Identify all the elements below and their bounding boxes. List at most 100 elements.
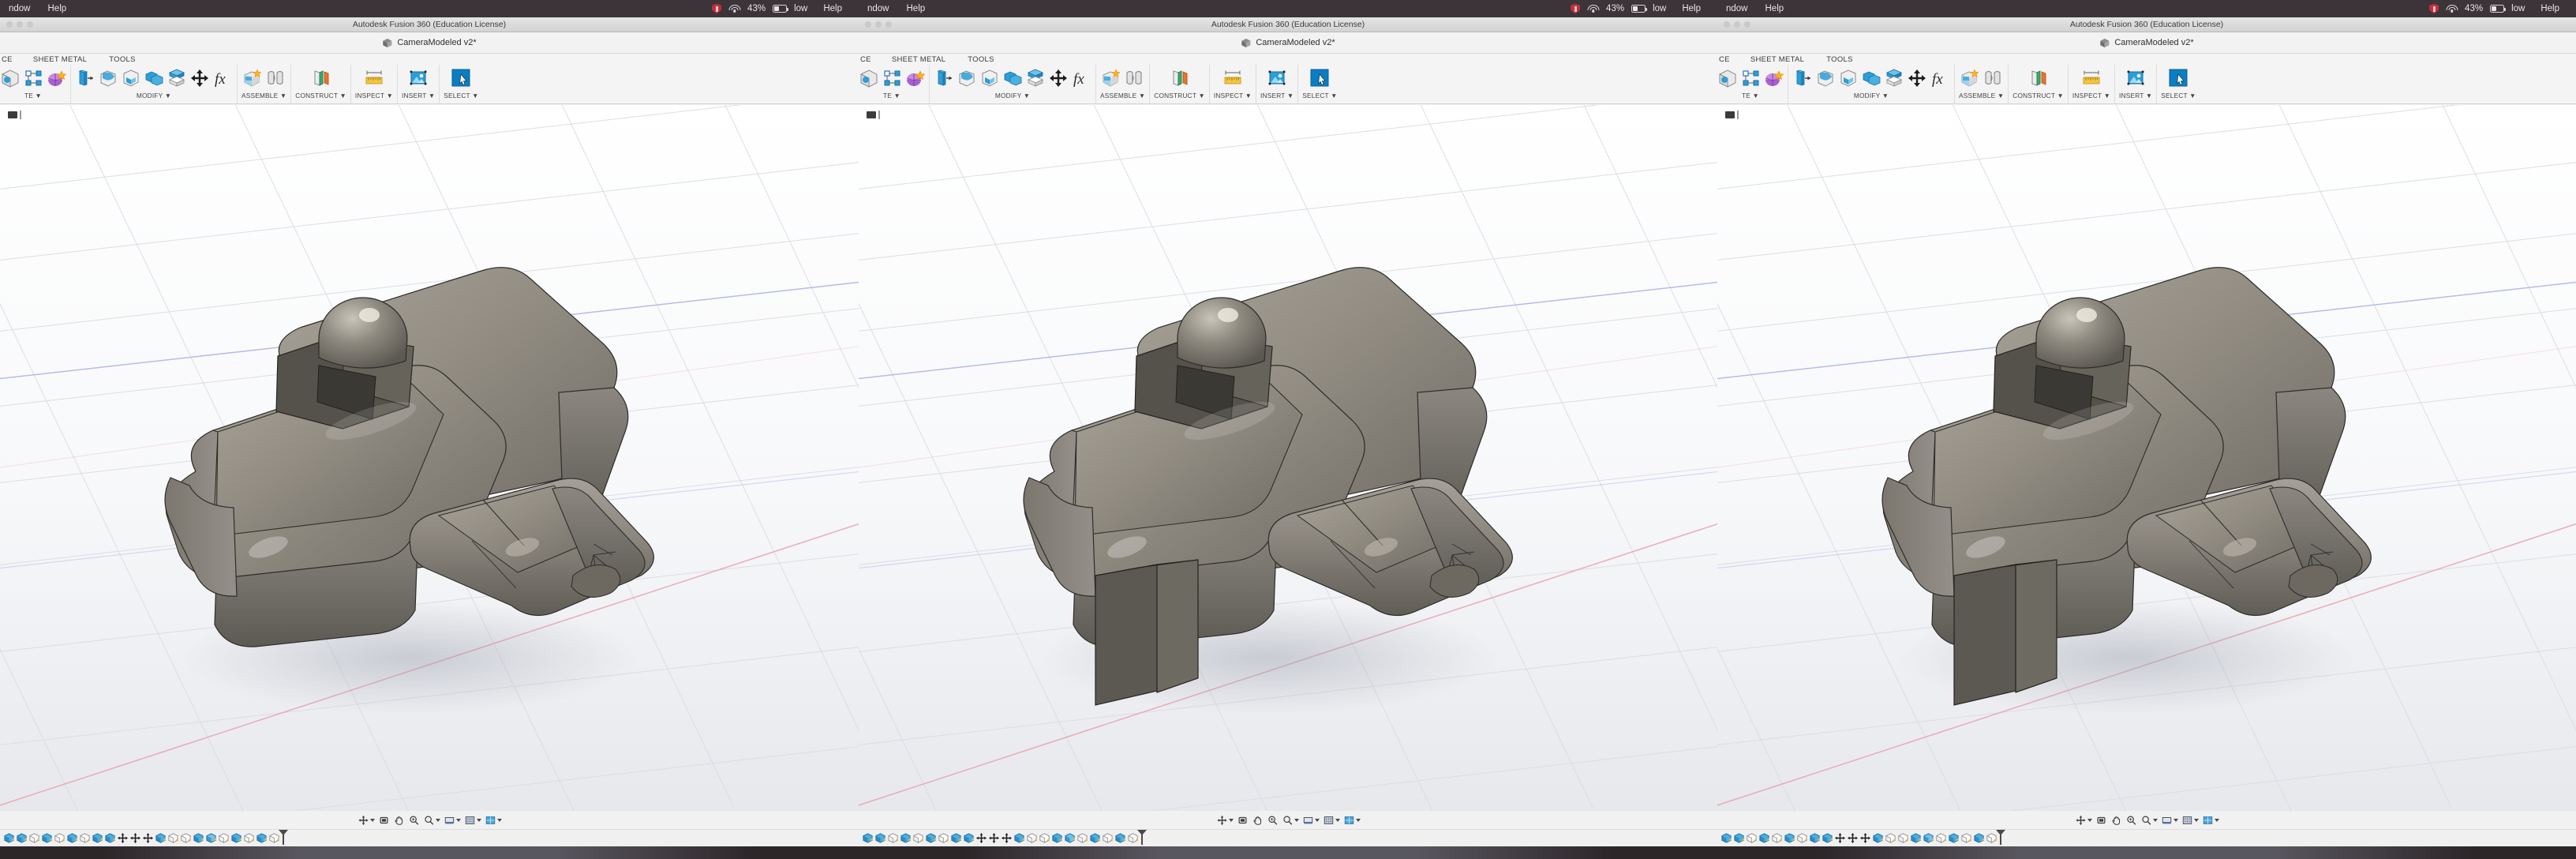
menu-window[interactable]: ndow — [0, 0, 39, 17]
nav-grid-snaps[interactable] — [2181, 815, 2199, 826]
create-form-icon[interactable] — [904, 68, 926, 88]
timeline-feature[interactable] — [16, 832, 28, 844]
timeline-feature[interactable] — [1834, 832, 1846, 844]
inspect-panel-label[interactable]: INSPECT ▼ — [355, 92, 393, 99]
timeline-feature[interactable] — [912, 832, 924, 844]
assemble-new-component-icon[interactable] — [1101, 68, 1121, 88]
nav-zoom-fit-caret[interactable] — [1294, 818, 1299, 822]
timeline-feature[interactable] — [155, 832, 167, 844]
security-shield-icon[interactable] — [712, 3, 722, 14]
select-panel-label[interactable]: SELECT ▼ — [444, 92, 478, 99]
timeline-feature[interactable] — [54, 832, 66, 844]
modify-combine-icon[interactable] — [144, 68, 164, 88]
battery-icon[interactable] — [2490, 5, 2507, 13]
modify-change-parameters-icon[interactable]: fx — [212, 68, 233, 88]
timeline-feature[interactable] — [28, 832, 40, 844]
assemble-new-component-icon[interactable] — [242, 68, 263, 88]
timeline-feature[interactable] — [938, 832, 949, 844]
menu-window[interactable]: ndow — [859, 0, 898, 17]
timeline-feature[interactable] — [950, 832, 962, 844]
timeline-playhead[interactable] — [2000, 831, 2001, 845]
timeline-feature[interactable] — [1051, 832, 1063, 844]
inspect-measure-icon[interactable] — [364, 68, 384, 88]
security-shield-icon[interactable] — [2429, 3, 2439, 14]
create-sketch-icon[interactable] — [1717, 68, 1738, 88]
modify-move-copy-icon[interactable] — [1907, 68, 1927, 88]
timeline-feature[interactable] — [1026, 832, 1038, 844]
insert-canvas-icon[interactable] — [1267, 68, 1287, 88]
timeline-bar[interactable] — [0, 829, 859, 846]
timeline-feature[interactable] — [1986, 832, 1998, 844]
timeline-feature[interactable] — [180, 832, 192, 844]
nav-grid-snaps[interactable] — [464, 815, 481, 826]
menu-help-right[interactable]: Help — [2532, 0, 2568, 17]
create-pattern-icon[interactable] — [23, 68, 43, 88]
timeline-feature[interactable] — [256, 832, 268, 844]
timeline-feature[interactable] — [268, 832, 280, 844]
timeline-feature[interactable] — [1771, 832, 1783, 844]
modify-move-copy-icon[interactable] — [189, 68, 210, 88]
window-controls[interactable] — [865, 21, 892, 28]
document-tab[interactable]: CameraModeled v2* — [382, 38, 477, 48]
window-controls[interactable] — [1724, 21, 1750, 28]
nav-viewports-caret[interactable] — [2214, 818, 2219, 822]
timeline-feature[interactable] — [1746, 832, 1758, 844]
modify-offset-face-icon[interactable] — [167, 68, 187, 88]
menu-help[interactable]: Help — [1757, 0, 1793, 17]
modify-panel-label[interactable]: MODIFY ▼ — [1854, 92, 1889, 99]
timeline-feature[interactable] — [900, 832, 912, 844]
create-panel-label[interactable]: TE ▼ — [24, 92, 42, 99]
nav-look-at[interactable] — [378, 815, 390, 826]
timeline-feature[interactable] — [1796, 832, 1808, 844]
nav-look-at[interactable] — [1237, 815, 1249, 826]
timeline-feature[interactable] — [1001, 832, 1013, 844]
timeline-feature[interactable] — [988, 832, 1000, 844]
modify-panel-label[interactable]: MODIFY ▼ — [137, 92, 171, 99]
assemble-panel-label[interactable]: ASSEMBLE ▼ — [1100, 92, 1145, 99]
timeline-feature[interactable] — [1859, 832, 1871, 844]
inspect-panel-label[interactable]: INSPECT ▼ — [1214, 92, 1252, 99]
timeline-feature[interactable] — [117, 832, 129, 844]
insert-panel-label[interactable]: INSERT ▼ — [1260, 92, 1294, 99]
modify-panel-label[interactable]: MODIFY ▼ — [995, 92, 1030, 99]
construct-panel-label[interactable]: CONSTRUCT ▼ — [2012, 92, 2064, 99]
nav-display-caret[interactable] — [455, 818, 461, 822]
timeline-feature[interactable] — [1076, 832, 1088, 844]
timeline-feature[interactable] — [1885, 832, 1896, 844]
nav-look-at[interactable] — [2095, 815, 2107, 826]
menu-help-right[interactable]: Help — [814, 0, 851, 17]
nav-zoom-fit-caret[interactable] — [435, 818, 440, 822]
nav-zoom-fit[interactable] — [2140, 815, 2158, 826]
insert-panel-label[interactable]: INSERT ▼ — [2119, 92, 2152, 99]
menu-help-right[interactable]: Help — [1673, 0, 1709, 17]
assemble-joint-icon[interactable] — [1983, 68, 2003, 88]
timeline-playhead[interactable] — [1141, 831, 1143, 845]
nav-pan[interactable] — [393, 815, 405, 826]
inspect-panel-label[interactable]: INSPECT ▼ — [2072, 92, 2110, 99]
battery-icon[interactable] — [1631, 5, 1648, 13]
window-titlebar[interactable]: Autodesk Fusion 360 (Education License) — [0, 17, 859, 32]
timeline-feature[interactable] — [1013, 832, 1025, 844]
nav-grid-caret[interactable] — [1335, 818, 1340, 822]
3d-viewport[interactable] — [1717, 105, 2576, 811]
modify-press-pull-icon[interactable] — [75, 68, 95, 88]
timeline-feature[interactable] — [92, 832, 103, 844]
browser-panel-toggle[interactable] — [867, 111, 880, 119]
insert-canvas-icon[interactable] — [408, 68, 429, 88]
3d-viewport[interactable] — [859, 105, 1717, 811]
nav-orbit-caret[interactable] — [2087, 818, 2092, 822]
timeline-feature[interactable] — [1039, 832, 1050, 844]
modify-move-copy-icon[interactable] — [1048, 68, 1069, 88]
window-controls[interactable] — [6, 21, 33, 28]
construct-offset-plane-icon[interactable] — [1170, 68, 1190, 88]
nav-viewports[interactable] — [1343, 815, 1361, 826]
timeline-feature[interactable] — [1064, 832, 1076, 844]
nav-display-caret[interactable] — [1314, 818, 1320, 822]
timeline-feature[interactable] — [104, 832, 116, 844]
create-panel-label[interactable]: TE ▼ — [1742, 92, 1759, 99]
create-panel-label[interactable]: TE ▼ — [883, 92, 900, 99]
select-tool-icon[interactable] — [451, 68, 471, 88]
timeline-feature[interactable] — [1809, 832, 1821, 844]
timeline-feature[interactable] — [193, 832, 204, 844]
inspect-measure-icon[interactable] — [2081, 68, 2102, 88]
